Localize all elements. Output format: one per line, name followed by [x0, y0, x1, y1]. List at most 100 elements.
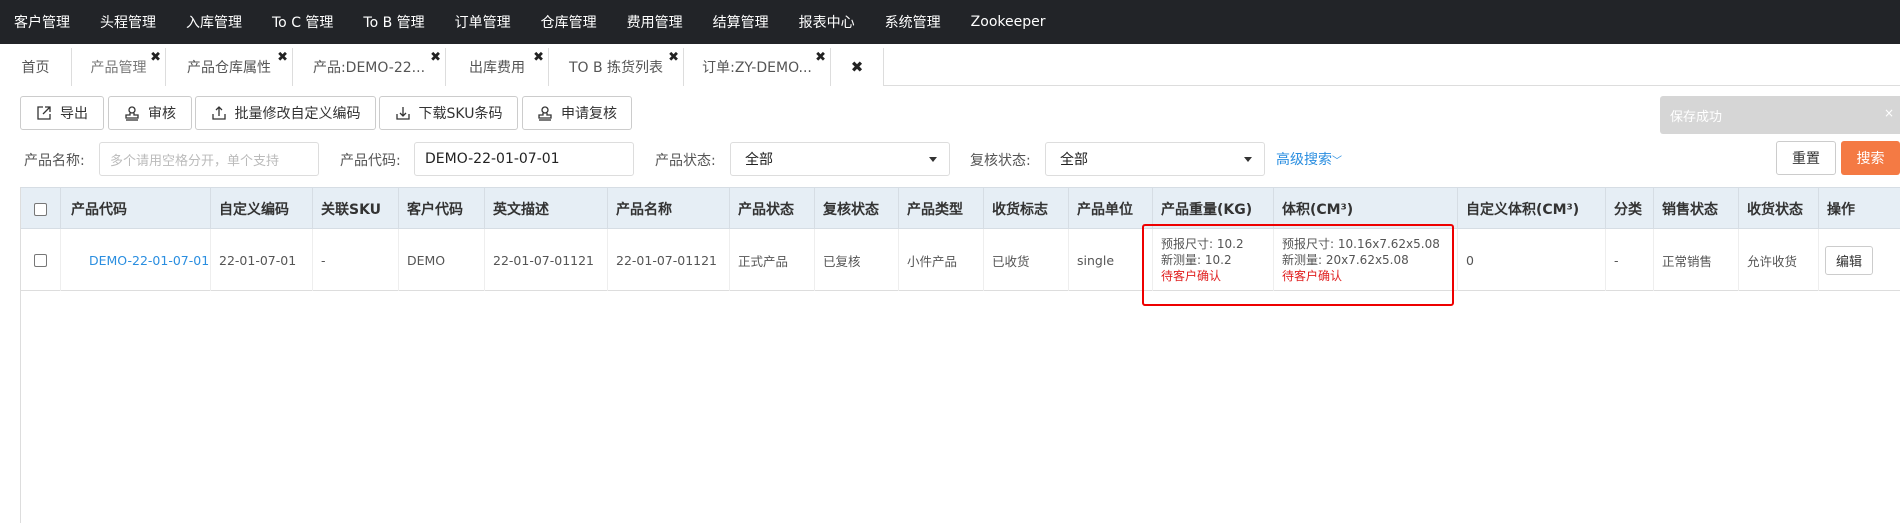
col-product-name[interactable]: 产品名称 [608, 188, 730, 230]
row-checkbox[interactable] [34, 253, 47, 267]
download-sku-label: 下载SKU条码 [418, 106, 503, 122]
close-icon[interactable]: ✖ [430, 50, 441, 65]
top-navigation: 客户管理 头程管理 入库管理 To C 管理 To B 管理 订单管理 仓库管理… [0, 0, 1900, 44]
download-icon [395, 105, 411, 121]
tab-label: 首页 [21, 60, 50, 76]
stamp-icon [537, 105, 553, 121]
tab-product-management[interactable]: 产品管理 ✖ [72, 48, 166, 86]
edit-button[interactable]: 编辑 [1825, 245, 1874, 275]
tab-label: TO B 拣货列表 [568, 60, 664, 76]
col-product-unit[interactable]: 产品单位 [1069, 188, 1153, 230]
nav-warehouse[interactable]: 仓库管理 [541, 12, 597, 32]
col-product-status[interactable]: 产品状态 [730, 188, 815, 230]
weight-pending-confirm: 待客户确认 [1161, 269, 1222, 283]
audit-label: 审核 [148, 106, 176, 122]
tab-tob-picking-list[interactable]: TO B 拣货列表 ✖ [549, 48, 684, 86]
search-button[interactable]: 搜索 [1841, 141, 1900, 175]
nav-system[interactable]: 系统管理 [885, 12, 941, 32]
row-checkbox-cell [21, 229, 61, 291]
col-sale-status[interactable]: 销售状态 [1654, 188, 1739, 230]
customer-code-cell: DEMO [399, 229, 485, 291]
toast-close-icon[interactable]: × [1884, 106, 1894, 120]
search-label: 搜索 [1856, 151, 1885, 167]
close-icon[interactable]: ✖ [668, 50, 679, 65]
col-product-code[interactable]: 产品代码 [61, 188, 211, 230]
nav-orders[interactable]: 订单管理 [455, 12, 511, 32]
col-product-type[interactable]: 产品类型 [899, 188, 984, 230]
col-customer-code[interactable]: 客户代码 [399, 188, 485, 230]
col-product-weight[interactable]: 产品重量(KG) [1153, 188, 1274, 230]
close-all-tabs-button[interactable]: ✖ [831, 48, 884, 86]
weight-measured: 新测量: 10.2 [1161, 253, 1232, 267]
close-icon[interactable]: ✖ [815, 50, 826, 65]
close-icon[interactable]: ✖ [533, 50, 544, 65]
nav-first-leg[interactable]: 头程管理 [100, 12, 156, 32]
chevron-down-icon [1244, 157, 1252, 162]
export-button[interactable]: 导出 [20, 96, 104, 130]
download-sku-barcode-button[interactable]: 下载SKU条码 [379, 96, 518, 130]
volume-measured: 新测量: 20x7.62x5.08 [1282, 253, 1409, 267]
upload-icon [211, 105, 227, 121]
tab-product-demo[interactable]: 产品:DEMO-22... ✖ [293, 48, 446, 86]
col-english-desc[interactable]: 英文描述 [485, 188, 608, 230]
tab-label: 产品仓库属性 [187, 60, 271, 76]
product-status-select[interactable]: 全部 [730, 142, 950, 176]
receive-status-cell: 允许收货 [1739, 229, 1819, 291]
chevron-down-icon: ﹀ [1332, 156, 1342, 167]
recheck-status-value: 全部 [1060, 152, 1088, 168]
product-code-input[interactable]: DEMO-22-01-07-01 [414, 142, 634, 176]
nav-tob[interactable]: To B 管理 [363, 12, 424, 32]
tab-home[interactable]: 首页 [0, 48, 72, 86]
table-row: DEMO-22-01-07-01 22-01-07-01 - DEMO 22-0… [21, 229, 1900, 291]
col-volume[interactable]: 体积(CM³) [1274, 188, 1458, 230]
col-custom-volume[interactable]: 自定义体积(CM³) [1458, 188, 1606, 230]
col-category[interactable]: 分类 [1606, 188, 1654, 230]
col-receive-status[interactable]: 收货状态 [1739, 188, 1819, 230]
product-code-label: 产品代码: [340, 153, 401, 169]
product-name-input[interactable]: 多个请用空格分开，单个支持 [99, 142, 319, 176]
stamp-icon [124, 105, 140, 121]
nav-inbound[interactable]: 入库管理 [186, 12, 242, 32]
col-actions: 操作 [1819, 188, 1900, 230]
select-all-checkbox[interactable] [34, 202, 47, 216]
product-status-cell: 正式产品 [730, 229, 815, 291]
nav-reports[interactable]: 报表中心 [799, 12, 855, 32]
nav-customer[interactable]: 客户管理 [14, 12, 70, 32]
tab-product-warehouse-attrs[interactable]: 产品仓库属性 ✖ [166, 48, 293, 86]
close-icon[interactable]: ✖ [277, 50, 288, 65]
tab-outbound-fees[interactable]: 出库费用 ✖ [446, 48, 549, 86]
col-custom-code[interactable]: 自定义编码 [211, 188, 313, 230]
col-receipt-flag[interactable]: 收货标志 [984, 188, 1069, 230]
close-icon[interactable]: ✖ [150, 50, 161, 65]
col-linked-sku[interactable]: 关联SKU [313, 188, 399, 230]
product-status-value: 全部 [745, 152, 773, 168]
audit-button[interactable]: 审核 [108, 96, 192, 130]
nav-settlement[interactable]: 结算管理 [713, 12, 769, 32]
advanced-search-label: 高级搜索 [1276, 152, 1332, 168]
apply-recheck-button[interactable]: 申请复核 [522, 96, 632, 130]
advanced-search-link[interactable]: 高级搜索﹀ [1276, 149, 1342, 169]
tab-bar: 首页 产品管理 ✖ 产品仓库属性 ✖ 产品:DEMO-22... ✖ 出库费用 … [0, 48, 1900, 86]
select-all-checkbox-cell [21, 188, 61, 230]
nav-toc[interactable]: To C 管理 [272, 12, 333, 32]
recheck-status-label: 复核状态: [970, 153, 1031, 169]
weight-reported: 预报尺寸: 10.2 [1161, 237, 1244, 251]
sale-status-cell: 正常销售 [1654, 229, 1739, 291]
col-recheck-status[interactable]: 复核状态 [815, 188, 899, 230]
product-code-link[interactable]: DEMO-22-01-07-01 [61, 229, 211, 291]
tab-label: 出库费用 [469, 60, 525, 76]
nav-fees[interactable]: 费用管理 [627, 12, 683, 32]
product-name-cell: 22-01-07-01121 [608, 229, 730, 291]
category-cell: - [1606, 229, 1654, 291]
recheck-status-select[interactable]: 全部 [1045, 142, 1265, 176]
custom-code-cell: 22-01-07-01 [211, 229, 313, 291]
volume-pending-confirm: 待客户确认 [1282, 269, 1343, 283]
apply-recheck-label: 申请复核 [561, 106, 617, 122]
batch-edit-custom-code-button[interactable]: 批量修改自定义编码 [195, 96, 376, 130]
tab-order-zy-demo[interactable]: 订单:ZY-DEMO... ✖ [684, 48, 831, 86]
receipt-flag-cell: 已收货 [984, 229, 1069, 291]
reset-button[interactable]: 重置 [1776, 141, 1836, 175]
export-icon [36, 105, 52, 121]
product-name-label: 产品名称: [24, 153, 85, 169]
nav-zookeeper[interactable]: Zookeeper [971, 14, 1046, 30]
